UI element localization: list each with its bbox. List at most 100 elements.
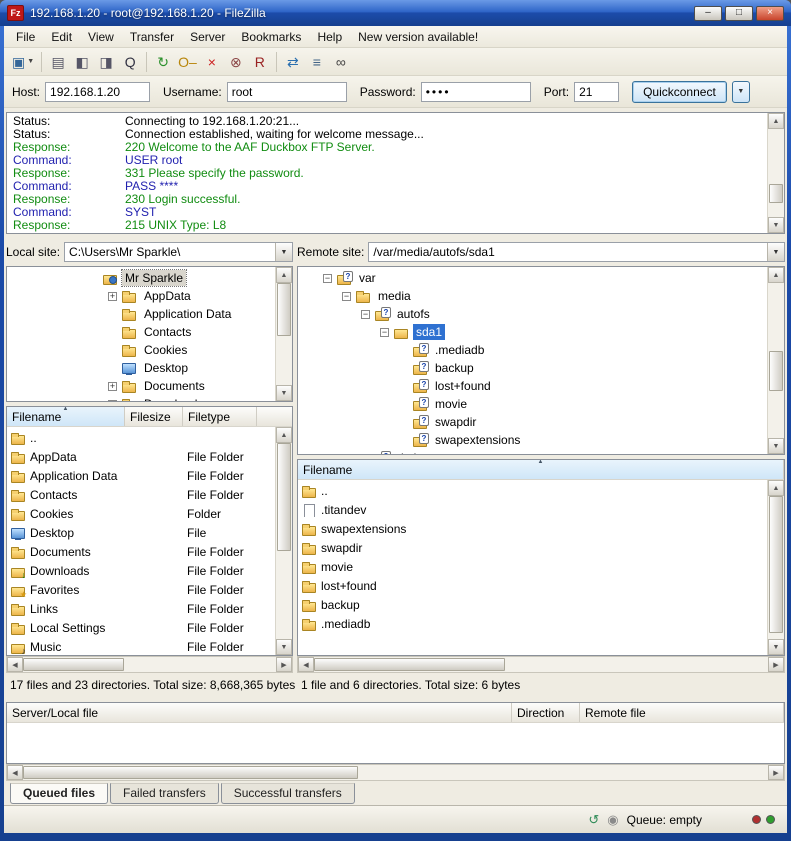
expander-plus-icon[interactable]: +: [108, 382, 117, 391]
scrollbar-thumb[interactable]: [314, 658, 505, 671]
site-manager-button[interactable]: ▣▼: [9, 51, 37, 73]
tree-item-application-data[interactable]: Application Data: [7, 305, 275, 323]
local-hscrollbar[interactable]: ◀▶: [6, 656, 293, 673]
scroll-left-button[interactable]: ◀: [7, 657, 23, 672]
column-header-filename[interactable]: Filename▲: [7, 407, 125, 426]
scrollbar-track[interactable]: [23, 657, 276, 672]
scroll-right-button[interactable]: ▶: [768, 657, 784, 672]
scrollbar-thumb[interactable]: [769, 351, 783, 391]
scrollbar-track[interactable]: [276, 283, 292, 385]
scrollbar-track[interactable]: [768, 129, 784, 217]
menu-bookmarks[interactable]: Bookmarks: [233, 27, 309, 47]
remote-tree-toggle-button[interactable]: ◨: [94, 51, 118, 73]
expander-minus-icon[interactable]: −: [323, 274, 332, 283]
file-row-item[interactable]: ..: [7, 428, 275, 447]
expander-minus-icon[interactable]: −: [342, 292, 351, 301]
scrollbar-track[interactable]: [768, 283, 784, 438]
tree-item-lost-found[interactable]: lost+found: [298, 377, 767, 395]
maximize-button[interactable]: □: [725, 6, 753, 21]
sync-indicator-icon[interactable]: ↺: [588, 813, 599, 826]
column-header-filename[interactable]: Filename▲: [298, 460, 784, 479]
scroll-up-button[interactable]: ▲: [768, 267, 784, 283]
scroll-down-button[interactable]: ▼: [768, 217, 784, 233]
tree-item-mediadb[interactable]: .mediadb: [298, 341, 767, 359]
reconnect-button[interactable]: R: [248, 51, 272, 73]
speed-limit-icon[interactable]: ◉: [607, 813, 618, 826]
tree-item-movie[interactable]: movie: [298, 395, 767, 413]
tab-queued-files[interactable]: Queued files: [10, 783, 108, 804]
title-bar[interactable]: Fz 192.168.1.20 - root@192.168.1.20 - Fi…: [0, 0, 791, 26]
remote-hscrollbar[interactable]: ◀▶: [297, 656, 785, 673]
file-row-titandev[interactable]: .titandev: [298, 500, 767, 519]
expander-minus-icon[interactable]: −: [361, 310, 370, 319]
column-header-remote-file[interactable]: Remote file: [580, 703, 784, 722]
file-row-item[interactable]: ..: [298, 481, 767, 500]
column-header-filesize[interactable]: Filesize: [125, 407, 183, 426]
file-row-appdata[interactable]: AppDataFile Folder: [7, 447, 275, 466]
scrollbar-thumb[interactable]: [769, 496, 783, 633]
scroll-down-button[interactable]: ▼: [768, 438, 784, 454]
tree-item-swapdir[interactable]: swapdir: [298, 413, 767, 431]
file-row-movie[interactable]: movie: [298, 557, 767, 576]
tree-item-mr-sparkle[interactable]: Mr Sparkle: [7, 269, 275, 287]
menu-help[interactable]: Help: [309, 27, 350, 47]
quickconnect-button[interactable]: Quickconnect: [632, 81, 727, 103]
file-row-favorites[interactable]: FavoritesFile Folder: [7, 580, 275, 599]
file-row-cookies[interactable]: CookiesFolder: [7, 504, 275, 523]
scrollbar-track[interactable]: [276, 443, 292, 639]
chevron-down-icon[interactable]: ▼: [27, 58, 34, 65]
file-row-desktop[interactable]: DesktopFile: [7, 523, 275, 542]
scroll-down-button[interactable]: ▼: [276, 639, 292, 655]
scroll-left-button[interactable]: ◀: [298, 657, 314, 672]
local-list-scrollbar[interactable]: ▲▼: [275, 427, 292, 655]
tab-successful-transfers[interactable]: Successful transfers: [221, 783, 355, 804]
menu-transfer[interactable]: Transfer: [122, 27, 182, 47]
file-row-application-data[interactable]: Application DataFile Folder: [7, 466, 275, 485]
file-row-music[interactable]: MusicFile Folder: [7, 637, 275, 655]
local-site-dropdown-button[interactable]: ▼: [275, 243, 292, 261]
scrollbar-thumb[interactable]: [23, 658, 124, 671]
expander-plus-icon[interactable]: +: [108, 292, 117, 301]
tree-item-var[interactable]: −var: [298, 269, 767, 287]
remote-tree-scrollbar[interactable]: ▲▼: [767, 267, 784, 454]
scroll-right-button[interactable]: ▶: [276, 657, 292, 672]
menu-view[interactable]: View: [80, 27, 122, 47]
scrollbar-thumb[interactable]: [769, 184, 783, 203]
message-log-toggle-button[interactable]: ▤: [46, 51, 70, 73]
scroll-down-button[interactable]: ▼: [276, 385, 292, 401]
quickconnect-dropdown-button[interactable]: ▼: [732, 81, 750, 103]
tree-item-documents[interactable]: +Documents: [7, 377, 275, 395]
disconnect-button[interactable]: ⊗: [224, 51, 248, 73]
menu-file[interactable]: File: [8, 27, 43, 47]
tree-item-downloads[interactable]: +Downloads: [7, 395, 275, 401]
tree-item-appdata[interactable]: +AppData: [7, 287, 275, 305]
column-header-server-local-file[interactable]: Server/Local file: [7, 703, 512, 722]
tree-item-autofs[interactable]: −autofs: [298, 305, 767, 323]
expander-plus-icon[interactable]: +: [108, 400, 117, 402]
tree-item-sda1[interactable]: −sda1: [298, 323, 767, 341]
scroll-up-button[interactable]: ▲: [768, 480, 784, 496]
menu-server[interactable]: Server: [182, 27, 233, 47]
scrollbar-track[interactable]: [23, 765, 768, 780]
minimize-button[interactable]: –: [694, 6, 722, 21]
file-row-lost-found[interactable]: lost+found: [298, 576, 767, 595]
file-row-links[interactable]: LinksFile Folder: [7, 599, 275, 618]
tree-item-desktop[interactable]: Desktop: [7, 359, 275, 377]
tab-failed-transfers[interactable]: Failed transfers: [110, 783, 219, 804]
local-site-combo[interactable]: ▼: [64, 242, 293, 262]
menu-edit[interactable]: Edit: [43, 27, 80, 47]
remote-site-input[interactable]: [369, 243, 767, 261]
file-row-local-settings[interactable]: Local SettingsFile Folder: [7, 618, 275, 637]
tree-item-backup[interactable]: backup: [298, 359, 767, 377]
file-row-swapextensions[interactable]: swapextensions: [298, 519, 767, 538]
file-row-backup[interactable]: backup: [298, 595, 767, 614]
column-header-filetype[interactable]: Filetype: [183, 407, 257, 426]
remote-list-scrollbar[interactable]: ▲▼: [767, 480, 784, 655]
file-row-documents[interactable]: DocumentsFile Folder: [7, 542, 275, 561]
scrollbar-thumb[interactable]: [23, 766, 358, 779]
key-button[interactable]: O–: [175, 51, 200, 73]
tree-item-cookies[interactable]: Cookies: [7, 341, 275, 359]
host-input[interactable]: [45, 82, 150, 102]
local-site-input[interactable]: [65, 243, 275, 261]
scroll-up-button[interactable]: ▲: [276, 267, 292, 283]
